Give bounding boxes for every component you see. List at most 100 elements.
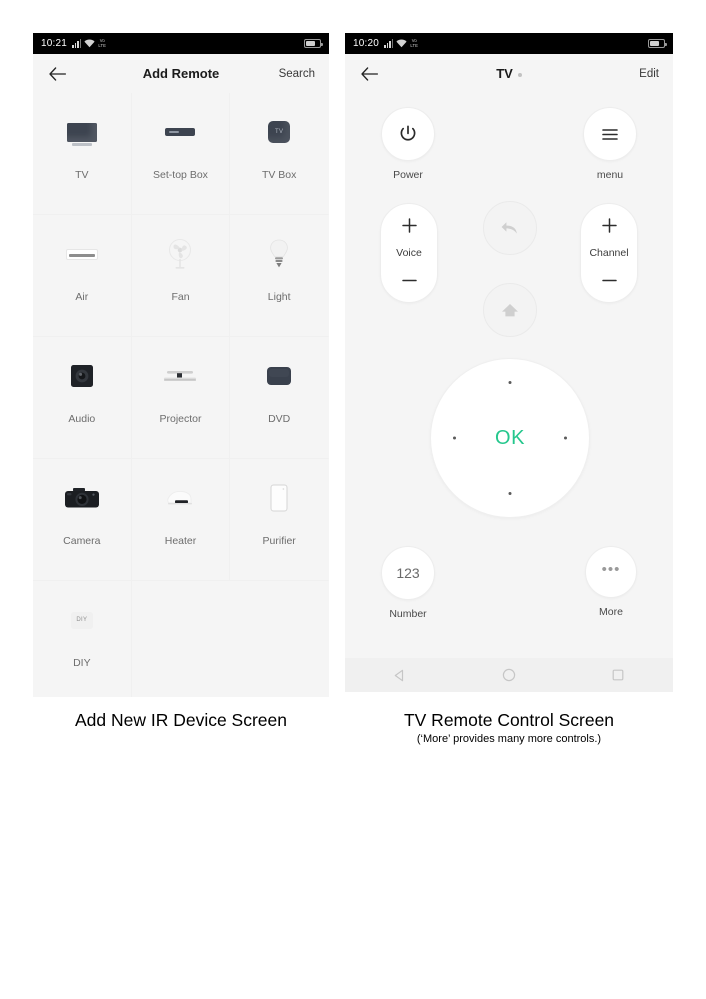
plus-icon <box>401 218 417 233</box>
nav-recents-icon[interactable] <box>601 662 635 688</box>
device-tile-light[interactable]: Light <box>230 215 329 337</box>
device-tile-fan[interactable]: Fan <box>131 215 231 337</box>
channel-down-button[interactable] <box>601 272 618 289</box>
number-button[interactable]: 123 <box>381 546 435 600</box>
status-indicators: Vo LTE <box>384 37 419 48</box>
device-tile-set-top-box[interactable]: Set-top Box <box>131 93 231 215</box>
more-button-label: More <box>599 606 623 618</box>
device-tile-label: TV Box <box>261 169 297 181</box>
page-title: TV <box>345 66 673 81</box>
menu-button-group: menu <box>583 107 637 181</box>
diy-icon: DIY <box>55 599 109 641</box>
search-button[interactable]: Search <box>279 68 315 80</box>
device-tile-heater[interactable]: Heater <box>131 459 231 581</box>
caption-add-remote: Add New IR Device Screen <box>33 710 329 731</box>
device-tile-dvd[interactable]: DVD <box>230 337 329 459</box>
status-bar: 10:20 Vo LTE <box>345 33 673 54</box>
channel-up-button[interactable] <box>601 217 618 234</box>
home-nav-button[interactable] <box>483 283 537 337</box>
status-time: 10:21 <box>41 38 68 49</box>
plus-icon <box>601 218 617 233</box>
device-tile-label: Air <box>75 291 89 303</box>
set-top-box-icon <box>153 111 207 153</box>
dpad-up-button[interactable] <box>508 381 512 384</box>
device-tile-label: Fan <box>171 291 190 303</box>
power-button-label: Power <box>393 169 423 181</box>
dpad-control[interactable]: OK <box>430 358 590 518</box>
android-nav-bar <box>345 658 673 692</box>
signal-bars-icon <box>384 39 394 48</box>
power-button-group: Power <box>381 107 435 181</box>
device-tile-air[interactable]: Air <box>33 215 132 337</box>
app-bar: Add Remote Search <box>33 54 329 93</box>
menu-button-label: menu <box>596 169 624 181</box>
number-button-label: Number <box>389 608 427 620</box>
device-type-grid: TV Set-top Box TV TV Box Air Fan Light A… <box>33 93 329 697</box>
menu-button[interactable] <box>583 107 637 161</box>
device-tile-diy[interactable]: DIY DIY <box>33 581 132 697</box>
tv-icon <box>55 111 109 153</box>
projector-icon <box>153 355 207 397</box>
device-tile-audio[interactable]: Audio <box>33 337 132 459</box>
device-tile-label: Projector <box>159 413 202 425</box>
air-conditioner-icon <box>55 233 109 275</box>
device-tile-label: Heater <box>164 535 197 547</box>
fan-icon <box>153 233 207 275</box>
power-icon <box>400 125 416 141</box>
light-bulb-icon <box>252 233 306 275</box>
add-remote-screen: 10:21 Vo LTE Add Remote Search TV Set-top… <box>33 33 329 697</box>
ok-button[interactable]: OK <box>495 427 525 450</box>
device-tile-label: TV <box>75 169 89 181</box>
back-nav-button[interactable] <box>483 201 537 255</box>
volte-icon: Vo LTE <box>410 37 419 48</box>
device-tile-label: Audio <box>68 413 96 425</box>
status-time: 10:20 <box>353 38 380 49</box>
wifi-icon <box>84 39 96 48</box>
caption-subtitle: (‘More’ provides many more controls.) <box>416 733 602 745</box>
device-tile-label: Purifier <box>262 535 296 547</box>
caption-title: TV Remote Control Screen <box>403 710 615 730</box>
device-tile-label: Set-top Box <box>153 169 208 181</box>
channel-rocker-label: Channel <box>589 247 629 259</box>
battery-icon <box>648 39 667 48</box>
device-tile-projector[interactable]: Projector <box>131 337 231 459</box>
minus-icon <box>601 279 617 282</box>
device-tile-tv[interactable]: TV <box>33 93 132 215</box>
number-button-group: 123 Number <box>381 546 435 620</box>
channel-rocker[interactable]: Channel <box>580 203 638 303</box>
dpad-down-button[interactable] <box>508 492 512 495</box>
page-title-text: TV <box>496 66 513 81</box>
more-button[interactable]: ••• <box>585 546 637 598</box>
dpad-left-button[interactable] <box>453 436 456 440</box>
edit-button[interactable]: Edit <box>639 68 659 80</box>
tv-box-icon: TV <box>252 111 306 153</box>
power-button[interactable] <box>381 107 435 161</box>
dpad-right-button[interactable] <box>564 436 567 440</box>
back-button[interactable] <box>47 64 67 84</box>
hamburger-menu-icon <box>602 128 618 140</box>
status-bar: 10:21 Vo LTE <box>33 33 329 54</box>
caption-title: Add New IR Device Screen <box>74 710 288 730</box>
voice-down-button[interactable] <box>401 272 418 289</box>
voice-volume-rocker[interactable]: Voice <box>380 203 438 303</box>
wifi-icon <box>396 39 408 48</box>
voice-up-button[interactable] <box>401 217 418 234</box>
remote-control-panel: Power menu Voice Channel OK 123 Number •… <box>345 93 673 658</box>
back-arrow-icon <box>501 222 517 234</box>
back-button[interactable] <box>359 64 379 84</box>
device-tile-tv-box[interactable]: TV TV Box <box>230 93 329 215</box>
device-tile-label: Camera <box>63 535 101 547</box>
battery-icon <box>304 39 323 48</box>
heater-icon <box>153 477 207 519</box>
caption-tv-remote: TV Remote Control Screen (‘More’ provide… <box>345 710 673 745</box>
audio-speaker-icon <box>55 355 109 397</box>
device-tile-purifier[interactable]: Purifier <box>230 459 329 581</box>
device-tile-label: DVD <box>268 413 291 425</box>
grid-empty-cell <box>132 581 231 697</box>
device-tile-label: DIY <box>73 657 91 669</box>
nav-back-icon[interactable] <box>383 662 417 688</box>
nav-home-icon[interactable] <box>492 662 526 688</box>
dvd-player-icon <box>252 355 306 397</box>
more-button-group: ••• More <box>585 546 637 618</box>
device-tile-camera[interactable]: Camera <box>33 459 132 581</box>
